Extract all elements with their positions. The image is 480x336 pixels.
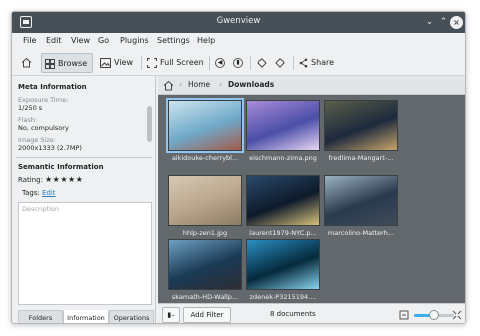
breadcrumb: › Home › Downloads xyxy=(158,76,465,95)
sidebar: Meta Information Exposure Time: 1/250 s … xyxy=(12,76,156,323)
thumbnail-caption: laurent1979-NYC.p... xyxy=(249,229,317,237)
tab-operations[interactable]: Operations xyxy=(109,310,154,323)
thumbnail-image[interactable] xyxy=(324,100,398,151)
zoom-out-icon[interactable] xyxy=(399,310,409,320)
rotate-left-icon xyxy=(257,57,267,68)
toggle-sidebar-button[interactable]: ▮– xyxy=(162,307,180,323)
meta-label: Flash: xyxy=(18,116,38,124)
browse-button[interactable]: Browse xyxy=(41,53,93,73)
view-button[interactable]: View xyxy=(97,53,137,73)
zoom-fit-icon[interactable] xyxy=(452,310,462,320)
semantic-heading: Semantic Information xyxy=(18,163,104,171)
toolbar-separator xyxy=(250,56,251,70)
thumbnail-caption: skamath-HD-Wallp... xyxy=(171,293,239,301)
view-label: View xyxy=(114,58,133,67)
share-label: Share xyxy=(311,58,335,67)
tab-information[interactable]: Information xyxy=(63,310,109,323)
menu-settings[interactable]: Settings xyxy=(157,36,190,45)
share-button[interactable]: Share xyxy=(296,53,336,73)
breadcrumb-home[interactable]: Home xyxy=(188,80,210,89)
menu-help[interactable]: Help xyxy=(197,36,215,45)
thumbnail-image[interactable] xyxy=(168,239,242,290)
home-icon[interactable] xyxy=(163,80,174,91)
meta-value: 2000x1333 (2.7MP) xyxy=(18,144,82,152)
breadcrumb-current[interactable]: Downloads xyxy=(228,80,274,89)
home-button[interactable] xyxy=(18,53,38,73)
browse-label: Browse xyxy=(58,59,88,68)
browse-grid-icon xyxy=(45,58,55,69)
thumbnail-caption: fredlima-Mangart-... xyxy=(328,154,394,162)
thumbnail-caption: eischmann-zima.png xyxy=(249,154,317,162)
tab-folders[interactable]: Folders xyxy=(18,310,63,323)
chevron-right-icon: › xyxy=(219,80,222,89)
titlebar[interactable]: Gwenview ⌄ ⌃ × xyxy=(12,12,465,33)
tags-label: Tags: xyxy=(22,189,40,197)
section-divider xyxy=(16,157,152,158)
document-count: 8 documents xyxy=(270,310,316,318)
thumbnail-image[interactable] xyxy=(246,175,320,226)
fullscreen-icon xyxy=(147,57,157,68)
image-view-icon xyxy=(100,57,111,68)
thumbnail-image[interactable] xyxy=(324,175,398,226)
meta-scrollbar[interactable] xyxy=(147,106,152,142)
menu-edit[interactable]: Edit xyxy=(46,36,62,45)
add-filter-button[interactable]: Add Filter xyxy=(183,307,231,323)
rating-label: Rating: xyxy=(18,176,43,184)
fullscreen-label: Full Screen xyxy=(160,58,204,67)
previous-button[interactable]: ◀ xyxy=(212,53,228,73)
menubar: File Edit View Go Plugins Settings Help xyxy=(12,33,465,50)
menu-go[interactable]: Go xyxy=(98,36,109,45)
thumbnail-image[interactable] xyxy=(246,100,320,151)
close-icon[interactable]: × xyxy=(450,16,463,29)
menu-view[interactable]: View xyxy=(71,36,90,45)
status-bar: ▮– Add Filter 8 documents xyxy=(158,303,465,323)
menu-file[interactable]: File xyxy=(23,36,36,45)
toolbar-separator xyxy=(209,56,210,70)
home-icon xyxy=(21,57,32,68)
zoom-slider-handle[interactable] xyxy=(429,310,439,320)
share-icon xyxy=(299,58,308,67)
next-icon: ▮ xyxy=(233,57,243,68)
thumbnail-caption: aikidouke-cherrybl... xyxy=(171,154,239,162)
meta-label: Image Size: xyxy=(18,136,56,144)
description-placeholder: Description xyxy=(22,205,60,213)
minimize-icon[interactable]: ⌄ xyxy=(423,16,436,29)
toolbar-separator xyxy=(293,56,294,70)
rotate-right-icon xyxy=(275,57,285,68)
thumbnail-caption: hhlp-zen1.jpg xyxy=(182,229,228,237)
toolbar-separator xyxy=(141,56,142,70)
meta-value: 1/250 s xyxy=(18,104,43,112)
meta-label: Exposure Time: xyxy=(18,96,69,104)
chevron-right-icon: › xyxy=(179,80,182,89)
thumbnail-caption: zdenek-P3215194.... xyxy=(249,293,317,301)
toolbar: Browse View Full Screen ◀ ▮ Share xyxy=(12,50,465,76)
thumbnail-caption: marcolino-Matterh... xyxy=(327,229,395,237)
fullscreen-button[interactable]: Full Screen xyxy=(144,53,206,73)
meta-heading: Meta Information xyxy=(18,83,87,91)
rating-stars[interactable]: ★★★★★ xyxy=(45,175,83,184)
tags-edit-link[interactable]: Edit xyxy=(42,189,56,197)
sidebar-tabs: Folders Information Operations xyxy=(12,310,156,323)
gwenview-window: Gwenview ⌄ ⌃ × File Edit View Go Plugins… xyxy=(11,11,466,324)
previous-icon: ◀ xyxy=(215,57,225,68)
thumbnail-image[interactable] xyxy=(168,175,242,226)
window-title: Gwenview xyxy=(216,16,261,26)
next-button[interactable]: ▮ xyxy=(230,53,246,73)
thumbnail-image[interactable] xyxy=(246,239,320,290)
rotate-right-button[interactable] xyxy=(272,53,288,73)
description-field[interactable]: Description xyxy=(18,202,152,305)
thumbnail-grid: aikidouke-cherrybl... eischmann-zima.png f… xyxy=(158,95,465,303)
rotate-left-button[interactable] xyxy=(254,53,270,73)
maximize-icon[interactable]: ⌃ xyxy=(437,16,450,29)
meta-value: No, compulsory xyxy=(18,124,69,132)
thumbnail-image[interactable] xyxy=(166,98,244,153)
menu-plugins[interactable]: Plugins xyxy=(120,36,149,45)
